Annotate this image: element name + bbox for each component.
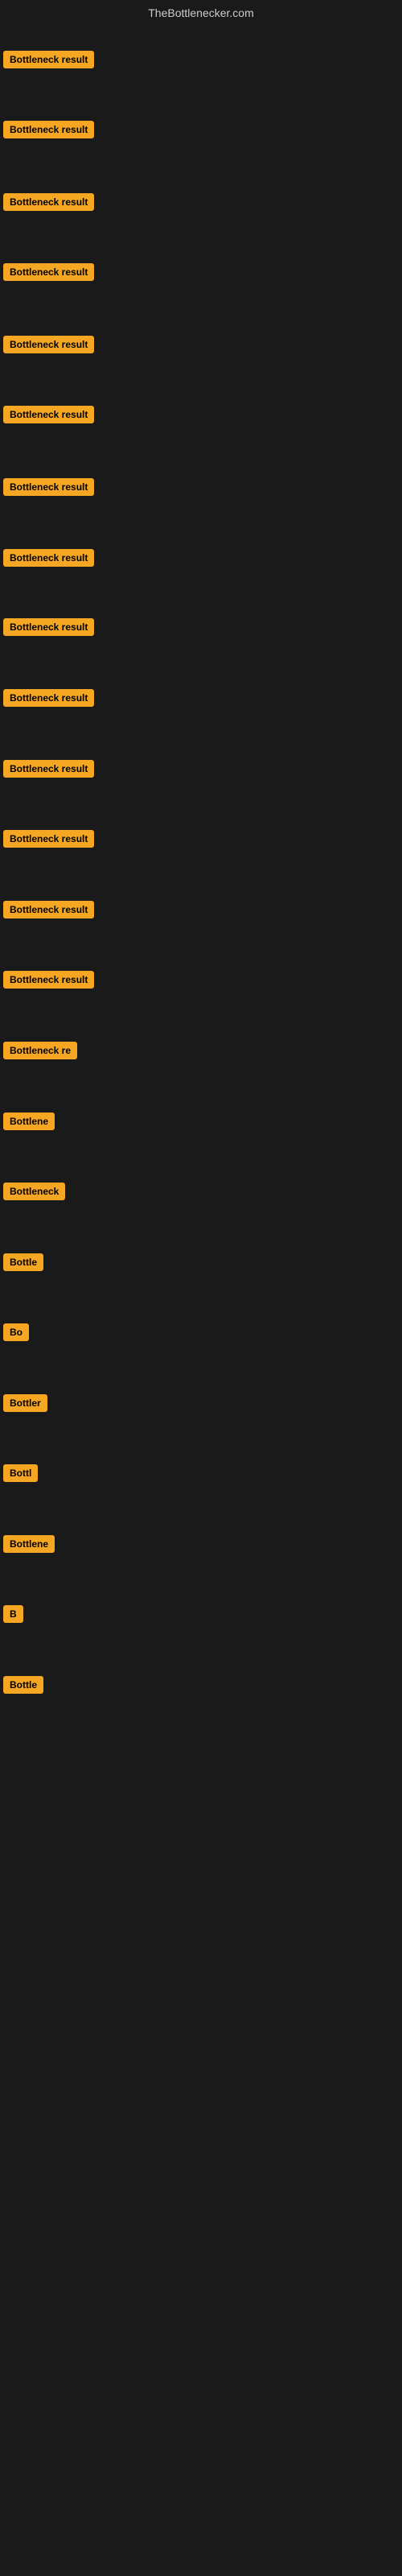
bottleneck-badge[interactable]: Bottleneck re [3, 1042, 77, 1059]
result-row: Bottleneck result [0, 473, 97, 505]
bottleneck-badge[interactable]: Bottleneck result [3, 901, 94, 919]
bottleneck-badge[interactable]: B [3, 1605, 23, 1623]
result-row: B [0, 1600, 27, 1632]
bottleneck-badge[interactable]: Bottleneck result [3, 336, 94, 353]
bottleneck-badge[interactable]: Bottler [3, 1394, 47, 1412]
bottleneck-badge[interactable]: Bottleneck result [3, 193, 94, 211]
bottleneck-badge[interactable]: Bottleneck result [3, 121, 94, 138]
result-row: Bottleneck re [0, 1037, 80, 1068]
bottleneck-badge[interactable]: Bottlene [3, 1113, 55, 1130]
result-row: Bottleneck result [0, 116, 97, 147]
result-row: Bottleneck result [0, 684, 97, 716]
bottleneck-badge[interactable]: Bottleneck [3, 1183, 65, 1200]
result-row: Bottleneck result [0, 613, 97, 645]
bottleneck-badge[interactable]: Bo [3, 1323, 29, 1341]
bottleneck-badge[interactable]: Bottl [3, 1464, 38, 1482]
result-row: Bottleneck result [0, 544, 97, 576]
bottleneck-badge[interactable]: Bottle [3, 1253, 43, 1271]
bottleneck-badge[interactable]: Bottleneck result [3, 760, 94, 778]
bottleneck-badge[interactable]: Bottleneck result [3, 478, 94, 496]
result-row: Bottleneck result [0, 46, 97, 77]
bottleneck-badge[interactable]: Bottleneck result [3, 618, 94, 636]
bottleneck-badge[interactable]: Bottleneck result [3, 830, 94, 848]
bottleneck-badge[interactable]: Bottleneck result [3, 971, 94, 989]
result-row: Bottleneck result [0, 966, 97, 997]
result-row: Bottleneck result [0, 331, 97, 362]
result-row: Bottl [0, 1459, 41, 1491]
bottleneck-badge[interactable]: Bottleneck result [3, 549, 94, 567]
site-title: TheBottlenecker.com [0, 0, 402, 26]
page-wrapper: TheBottlenecker.com Bottleneck result Bot… [0, 0, 402, 2576]
bottleneck-badge[interactable]: Bottlene [3, 1535, 55, 1553]
bottleneck-badge[interactable]: Bottle [3, 1676, 43, 1694]
result-row: Bo [0, 1319, 32, 1350]
result-row: Bottleneck result [0, 188, 97, 220]
result-row: Bottle [0, 1671, 47, 1703]
result-row: Bottleneck result [0, 755, 97, 786]
result-row: Bottleneck [0, 1178, 68, 1209]
result-row: Bottleneck result [0, 825, 97, 857]
result-row: Bottlene [0, 1108, 58, 1139]
result-row: Bottler [0, 1389, 51, 1421]
bottleneck-badge[interactable]: Bottleneck result [3, 51, 94, 68]
bottleneck-badge[interactable]: Bottleneck result [3, 689, 94, 707]
result-row: Bottle [0, 1249, 47, 1280]
bottleneck-badge[interactable]: Bottleneck result [3, 406, 94, 423]
result-row: Bottleneck result [0, 258, 97, 290]
bottleneck-badge[interactable]: Bottleneck result [3, 263, 94, 281]
result-row: Bottleneck result [0, 401, 97, 432]
result-row: Bottleneck result [0, 896, 97, 927]
result-row: Bottlene [0, 1530, 58, 1562]
